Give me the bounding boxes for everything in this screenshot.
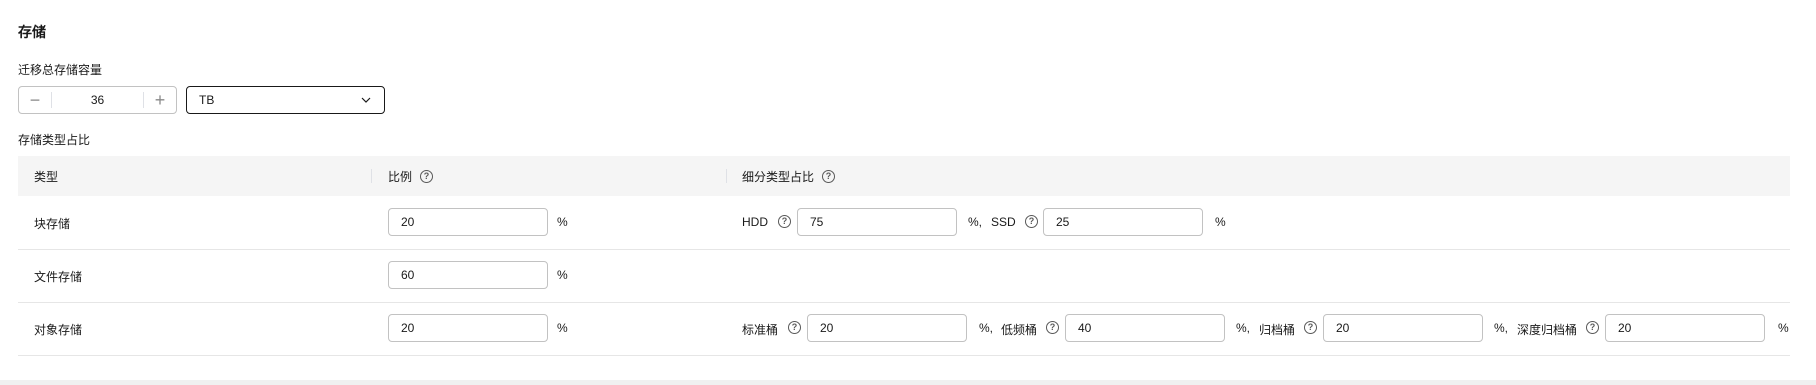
row-type-object: 对象存储 (34, 323, 83, 337)
infrequent-bucket-input[interactable] (1065, 314, 1225, 342)
capacity-stepper: − + (18, 86, 177, 114)
deep-archive-bucket-input[interactable] (1605, 314, 1765, 342)
question-circle-icon[interactable]: ? (1586, 321, 1599, 334)
header-ratio-label: 比例 (388, 169, 413, 184)
header-type-label: 类型 (34, 169, 59, 184)
sub-label-archive-bucket: 归档桶 (1259, 323, 1296, 337)
row-divider (18, 302, 1790, 303)
block-ratio-input[interactable] (388, 208, 548, 236)
question-circle-icon[interactable]: ? (1046, 321, 1059, 334)
capacity-unit-value: TB (199, 93, 215, 107)
header-divider (726, 169, 727, 183)
capacity-label: 迁移总存储容量 (18, 63, 103, 77)
plus-icon: + (154, 90, 166, 110)
percent-unit: % (1778, 321, 1789, 335)
row-divider (18, 355, 1790, 356)
sub-label-ssd: SSD (991, 215, 1016, 229)
question-circle-icon[interactable]: ? (1304, 321, 1317, 334)
file-ratio-input[interactable] (388, 261, 548, 289)
minus-icon: − (29, 90, 41, 110)
percent-unit: %, (968, 215, 983, 229)
row-divider (18, 249, 1790, 250)
increment-button[interactable]: + (144, 87, 176, 113)
percent-unit: %, (1236, 321, 1251, 335)
hdd-input[interactable] (797, 208, 957, 236)
question-circle-icon[interactable]: ? (778, 215, 791, 228)
capacity-unit-select[interactable]: TB (186, 86, 385, 114)
percent-unit: % (1215, 215, 1226, 229)
percent-unit: %, (979, 321, 994, 335)
question-circle-icon[interactable]: ? (822, 169, 836, 183)
ratio-label: 存储类型占比 (18, 133, 91, 147)
sub-label-standard-bucket: 标准桶 (742, 323, 779, 337)
sub-label-infrequent-bucket: 低频桶 (1001, 323, 1038, 337)
capacity-input[interactable] (52, 92, 143, 108)
sub-label-hdd: HDD (742, 215, 768, 229)
header-type: 类型 (34, 156, 58, 196)
question-circle-icon[interactable]: ? (1025, 215, 1038, 228)
percent-unit: % (557, 215, 568, 229)
ssd-input[interactable] (1043, 208, 1203, 236)
table-header (18, 156, 1790, 196)
storage-card: 存储 迁移总存储容量 − + TB 存储类型占比 类型 比例 ? 细分类型占比 … (0, 0, 1816, 380)
page-bottom-strip (0, 380, 1816, 385)
question-circle-icon[interactable]: ? (788, 321, 801, 334)
archive-bucket-input[interactable] (1323, 314, 1483, 342)
header-breakdown: 细分类型占比 ? (742, 156, 836, 196)
decrement-button[interactable]: − (19, 87, 51, 113)
percent-unit: % (557, 268, 568, 282)
header-breakdown-label: 细分类型占比 (742, 169, 815, 184)
row-type-block: 块存储 (34, 217, 71, 231)
sub-label-deep-archive-bucket: 深度归档桶 (1517, 323, 1578, 337)
percent-unit: % (557, 321, 568, 335)
header-ratio: 比例 ? (388, 156, 434, 196)
row-type-file: 文件存储 (34, 270, 83, 284)
section-title: 存储 (18, 24, 46, 40)
standard-bucket-input[interactable] (807, 314, 967, 342)
header-divider (371, 169, 372, 183)
question-circle-icon[interactable]: ? (420, 169, 434, 183)
chevron-down-icon (361, 97, 371, 103)
percent-unit: %, (1494, 321, 1509, 335)
object-ratio-input[interactable] (388, 314, 548, 342)
